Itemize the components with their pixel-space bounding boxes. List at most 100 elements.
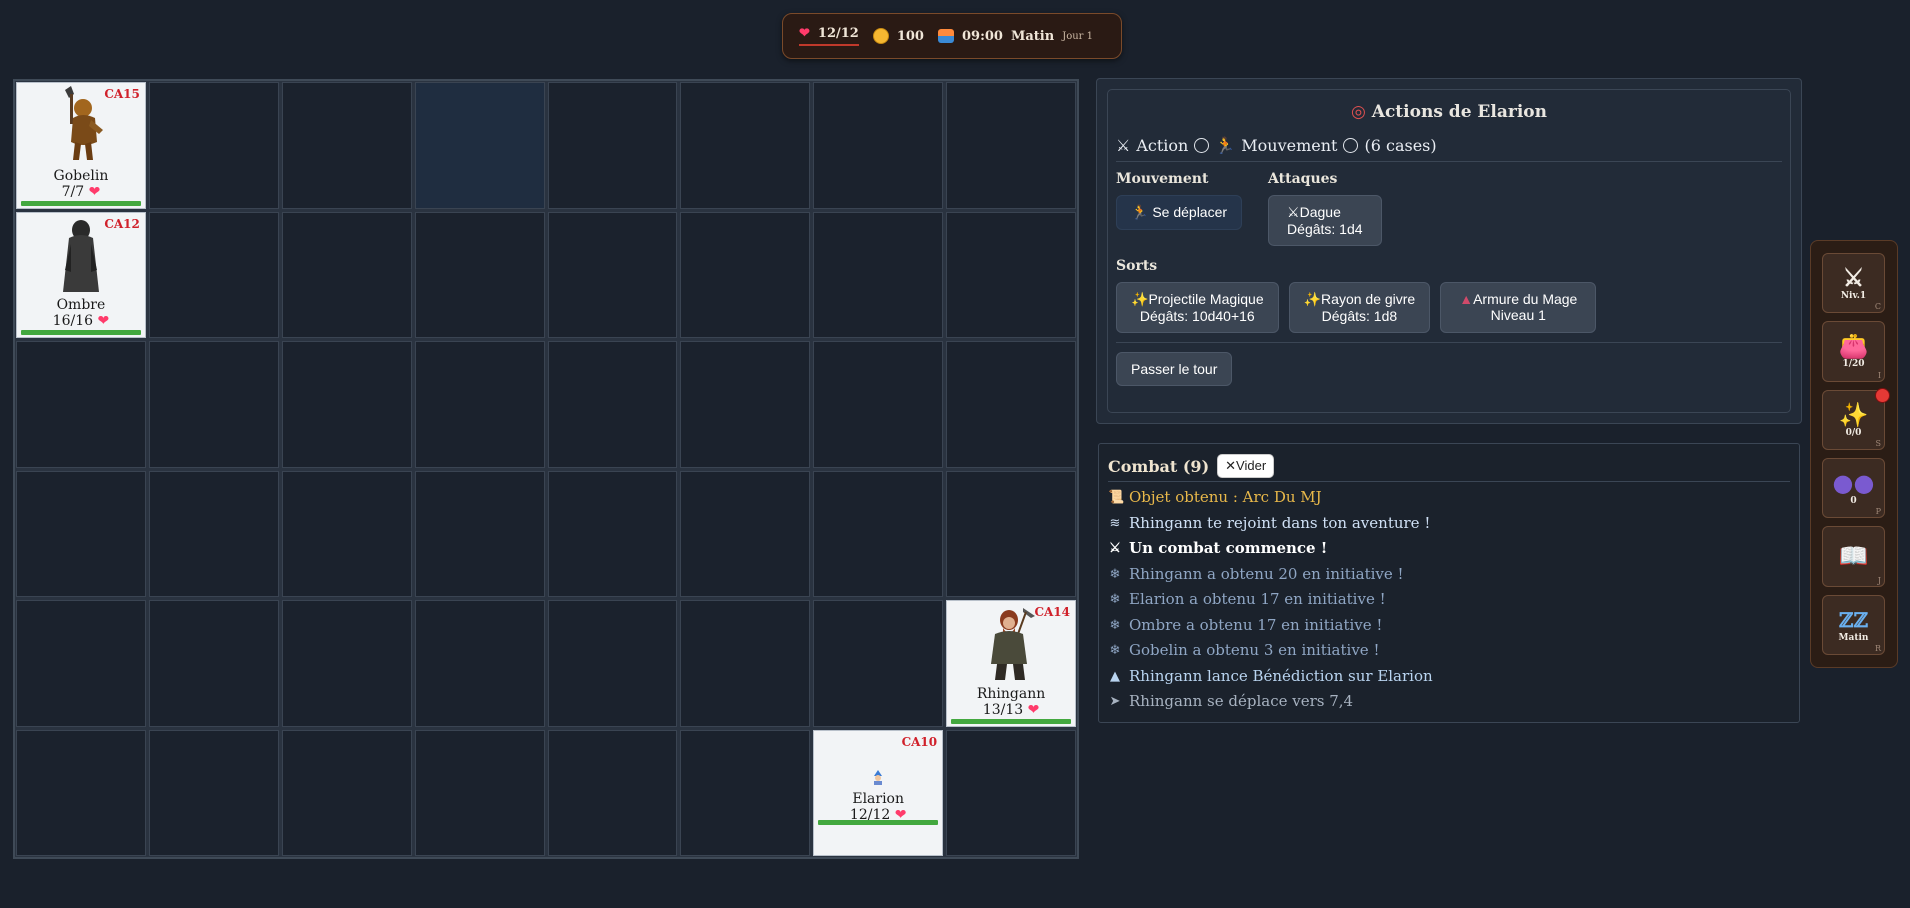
grid-cell[interactable]: [414, 341, 545, 468]
grid-cell[interactable]: [813, 341, 944, 468]
grid-cell[interactable]: [680, 82, 811, 209]
battle-grid: CA15 Gobelin 7/7 ❤ CA12 Ombre 16/16 ❤ CA…: [13, 79, 1079, 859]
grid-cell-highlighted[interactable]: [414, 82, 545, 209]
grid-cell[interactable]: [281, 729, 412, 856]
close-icon: ✕: [1225, 458, 1237, 473]
spell-name: Armure du Mage: [1473, 291, 1578, 307]
grid-cell[interactable]: [148, 729, 279, 856]
grid-cell[interactable]: [148, 211, 279, 338]
spell-ray-of-frost-button[interactable]: ✨Rayon de givre Dégâts: 1d8: [1288, 282, 1431, 333]
attack-dagger-button[interactable]: ⚔Dague Dégâts: 1d4: [1268, 195, 1382, 246]
grid-cell[interactable]: [547, 729, 678, 856]
health-bar: [818, 820, 939, 825]
character-button[interactable]: ⚔ Niv.1 C: [1822, 253, 1885, 314]
grid-cell[interactable]: [16, 341, 146, 468]
sparkles-icon: ✨: [1838, 399, 1869, 429]
sunrise-icon: [937, 29, 954, 43]
token-rhingann[interactable]: CA14 Rhingann 13/13 ❤: [946, 600, 1076, 727]
token-hp: 16/16 ❤: [53, 313, 110, 329]
party-icon: ●●: [1832, 468, 1875, 498]
footprint-icon: ➤: [1109, 694, 1121, 709]
sparkles-icon: ✨: [1131, 291, 1149, 307]
grid-cell[interactable]: [813, 600, 944, 727]
gold-value: 100: [896, 28, 924, 44]
grid-cell[interactable]: [16, 470, 146, 597]
token-name: Elarion: [852, 791, 905, 807]
grid-cell[interactable]: [680, 470, 811, 597]
grid-cell[interactable]: [148, 470, 279, 597]
grid-cell[interactable]: [148, 600, 279, 727]
spell-mage-armor-button[interactable]: ▲Armure du Mage Niveau 1: [1440, 282, 1597, 333]
move-button-label: Se déplacer: [1152, 204, 1228, 220]
heart-icon: ❤: [799, 26, 810, 41]
day-value: Jour 1: [1062, 30, 1093, 42]
grid-cell[interactable]: [16, 600, 146, 727]
grid-cell[interactable]: [680, 729, 811, 856]
attack-name: Dague: [1299, 204, 1341, 220]
token-hp: 7/7 ❤: [62, 184, 101, 200]
grid-cell[interactable]: [281, 600, 412, 727]
move-button[interactable]: 🏃 Se déplacer: [1116, 195, 1243, 230]
inventory-button[interactable]: 👛 1/20 I: [1822, 321, 1885, 382]
grid-cell[interactable]: [547, 341, 678, 468]
grid-cell[interactable]: [946, 82, 1076, 209]
token-ombre[interactable]: CA12 Ombre 16/16 ❤: [16, 211, 146, 338]
target-icon: ◎: [1351, 102, 1366, 122]
coin-icon: [872, 28, 889, 44]
spell-detail: Dégâts: 1d8: [1321, 308, 1398, 324]
grid-cell[interactable]: [281, 211, 412, 338]
log-entry: ➤ Rhingann se déplace vers 7,4: [1108, 689, 1790, 715]
pass-turn-button[interactable]: Passer le tour: [1116, 352, 1233, 386]
log-text: Elarion a obtenu 17 en initiative !: [1129, 590, 1386, 608]
grid-cell[interactable]: [281, 470, 412, 597]
grid-cell[interactable]: [148, 82, 279, 209]
grid-cell[interactable]: [946, 470, 1076, 597]
grid-cell[interactable]: [414, 211, 545, 338]
heart-icon: ❤: [97, 313, 110, 329]
combat-log-count: (9): [1182, 456, 1210, 476]
spell-detail: Niveau 1: [1490, 307, 1546, 323]
party-button[interactable]: ●● 0 P: [1822, 457, 1885, 519]
grid-cell[interactable]: [946, 729, 1076, 856]
grid-cell[interactable]: [946, 211, 1076, 338]
dice-icon: ❄: [1109, 592, 1121, 607]
grid-cell[interactable]: [813, 82, 944, 209]
token-elarion[interactable]: CA10 Elarion 12/12 ❤: [813, 729, 944, 856]
grid-cell[interactable]: [946, 341, 1076, 468]
grid-cell[interactable]: [281, 341, 412, 468]
spell-magic-missile-button[interactable]: ✨Projectile Magique Dégâts: 10d40+16: [1116, 282, 1279, 333]
clear-log-label: Vider: [1236, 458, 1267, 473]
grid-cell[interactable]: [547, 82, 678, 209]
grid-cell[interactable]: [547, 470, 678, 597]
grid-cell[interactable]: [680, 600, 811, 727]
rest-button[interactable]: ℤℤ Matin R: [1822, 594, 1885, 655]
grid-cell[interactable]: [813, 470, 944, 597]
log-entry: 📜 Objet obtenu : Arc Du MJ: [1108, 485, 1790, 511]
health-bar: [21, 330, 141, 335]
spellbook-button[interactable]: ✨ 0/0 S: [1822, 387, 1890, 450]
grid-cell[interactable]: [680, 211, 811, 338]
grid-cell[interactable]: [547, 211, 678, 338]
journal-button[interactable]: 📖 J: [1822, 526, 1885, 587]
grid-cell[interactable]: [16, 729, 146, 856]
grid-cell[interactable]: [680, 341, 811, 468]
actions-panel-inner: ◎ Actions de Elarion ⚔ Action 🏃 Mouvemen…: [1107, 89, 1791, 413]
grid-cell[interactable]: [547, 600, 678, 727]
grid-cell[interactable]: [148, 341, 279, 468]
grid-cell[interactable]: [281, 82, 412, 209]
scroll-icon: 📜: [1108, 490, 1125, 505]
mage-icon: [814, 769, 942, 785]
grid-cell[interactable]: [813, 211, 944, 338]
action-available-indicator: [1194, 138, 1210, 153]
grid-cell[interactable]: [414, 600, 545, 727]
log-text: Rhingann a obtenu 20 en initiative !: [1129, 564, 1404, 583]
clear-log-button[interactable]: ✕Vider: [1217, 454, 1275, 478]
pass-turn-row: Passer le tour: [1116, 342, 1782, 386]
move-range: (6 cases): [1364, 136, 1437, 155]
token-gobelin[interactable]: CA15 Gobelin 7/7 ❤: [16, 82, 146, 209]
attacks-section: Attaques ⚔Dague Dégâts: 1d4: [1268, 171, 1382, 246]
movement-section: Mouvement 🏃 Se déplacer: [1116, 171, 1243, 246]
grid-cell[interactable]: [414, 729, 545, 856]
combat-log-title: Combat (9): [1108, 457, 1209, 476]
grid-cell[interactable]: [414, 470, 545, 597]
